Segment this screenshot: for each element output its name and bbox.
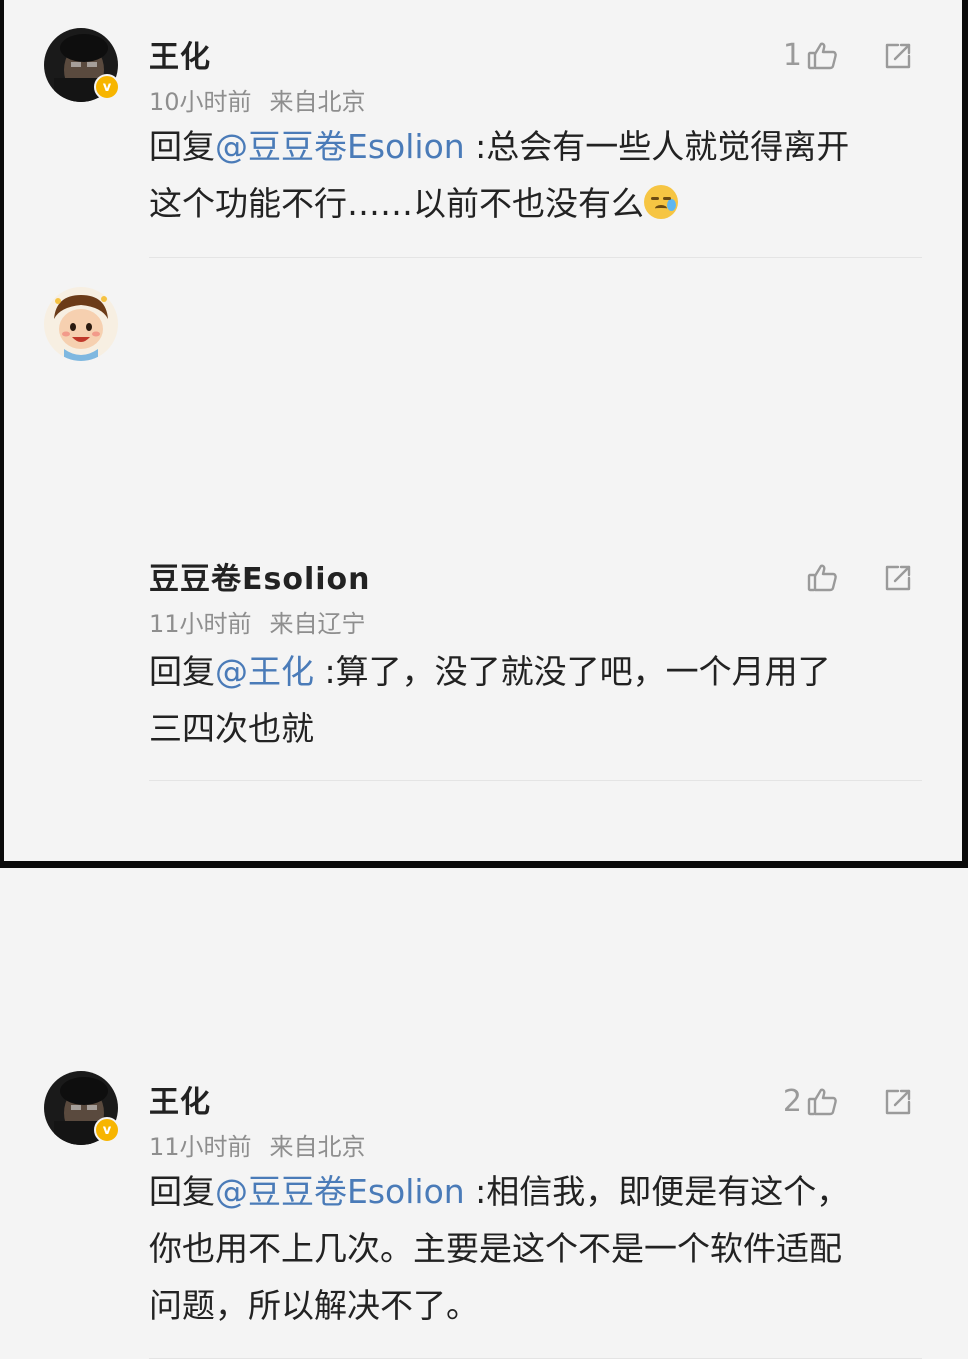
reply-prefix: 回复 (149, 1172, 215, 1211)
comment-text: :相信我，即便是有这个， (464, 1172, 850, 1211)
comment-text: 这个功能不行……以前不也没有么 (149, 184, 644, 223)
comment-item: 豆豆卷Esolion 11小时前 来自辽宁 回复@王化:算了，没了就没了吧，一… (4, 262, 962, 781)
avatar[interactable]: v (44, 28, 120, 102)
comment-body: 回复@豆豆卷Esolion :相信我，即便是有这个， 你也用不上几次。主要是这个… (149, 1163, 922, 1334)
like-count: 1 (782, 38, 802, 73)
comment-item: v 王化 11小时前 来自北京 2 回复@豆豆卷Esolion:相信我，即便是… (4, 522, 962, 1359)
username[interactable]: 王化 (149, 1077, 366, 1121)
comment-body: 回复@豆豆卷Esolion :总会有一些人就觉得离开 这个功能不行……以前不也没… (149, 118, 922, 232)
reply-prefix: 回复 (149, 127, 215, 166)
like-count: 2 (782, 1084, 802, 1119)
verified-badge-icon: v (94, 1117, 120, 1143)
comment-meta: 11小时前 来自北京 (149, 1127, 366, 1162)
thumbs-up-icon (806, 1086, 838, 1118)
like-button[interactable]: 1 (783, 38, 838, 73)
comment-location: 来自北京 (269, 88, 366, 116)
comment-list: v 王化 10小时前 来自北京 1 回复@豆豆卷Esolion:总会有一些人就… (0, 0, 968, 1359)
comment-time: 10小时前 (149, 88, 252, 116)
divider (149, 257, 922, 258)
mention-link[interactable]: @豆豆卷Esolion (215, 127, 465, 166)
avatar-image (44, 287, 118, 361)
share-icon[interactable] (882, 40, 914, 72)
comment-item: v 王化 10小时前 来自北京 1 回复@豆豆卷Esolion:总会有一些人就… (4, 0, 962, 262)
share-icon[interactable] (882, 1086, 914, 1118)
comment-meta: 10小时前 来自北京 (149, 82, 366, 117)
verified-badge-icon: v (94, 74, 120, 100)
comment-text: 你也用不上几次。主要是这个不是一个软件适配 (149, 1229, 842, 1268)
username[interactable]: 王化 (149, 32, 366, 76)
cold-sweat-emoji (644, 185, 678, 219)
comment-text: 问题，所以解决不了。 (149, 1286, 479, 1325)
like-button[interactable]: 2 (783, 1084, 838, 1119)
avatar[interactable] (44, 287, 118, 361)
mention-link[interactable]: @豆豆卷Esolion (215, 1172, 465, 1211)
comment-time: 11小时前 (149, 1133, 252, 1161)
comment-location: 来自北京 (269, 1133, 366, 1161)
comment-text: :总会有一些人就觉得离开 (464, 127, 850, 166)
avatar[interactable]: v (44, 1071, 120, 1145)
thumbs-up-icon (806, 40, 838, 72)
